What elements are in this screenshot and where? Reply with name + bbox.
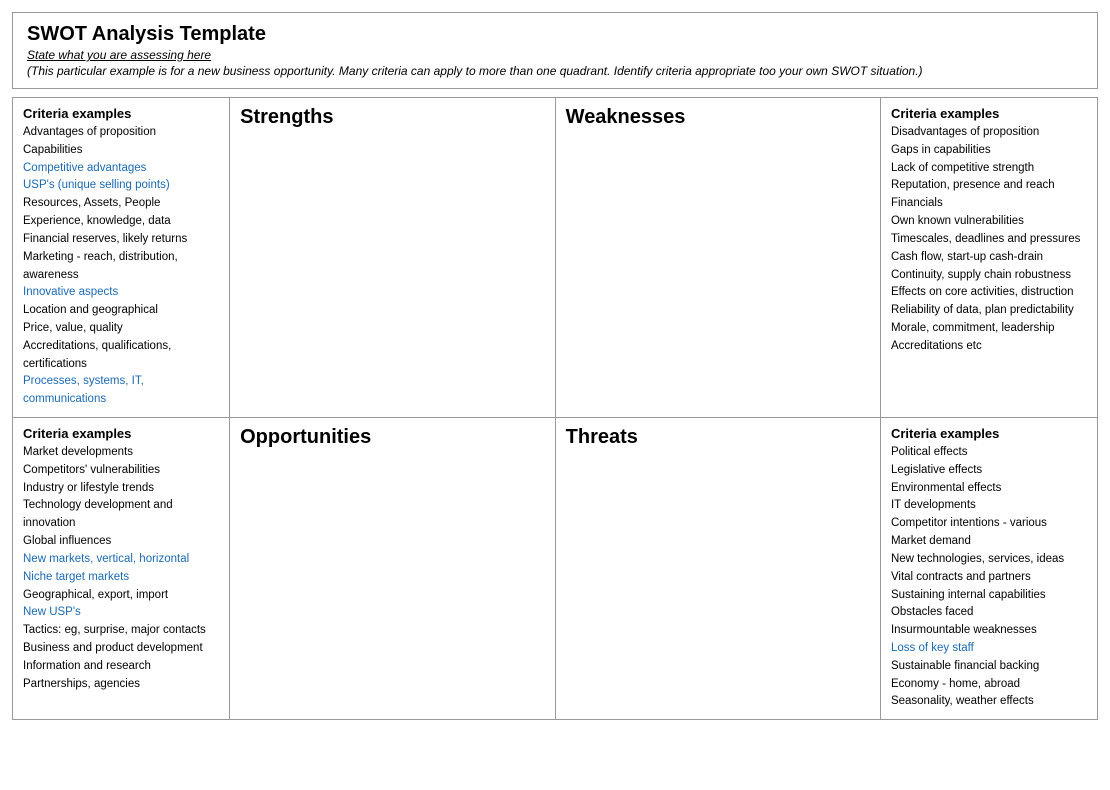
weaknesses-quadrant: Weaknesses: [555, 98, 880, 418]
list-item: Market developments: [23, 444, 219, 462]
list-item: Lack of competitive strength: [891, 160, 1087, 178]
list-item: Business and product development: [23, 640, 219, 658]
list-item: Own known vulnerabilities: [891, 213, 1087, 231]
list-item: Competitive advantages: [23, 160, 219, 178]
list-item: Reliability of data, plan predictability: [891, 302, 1087, 320]
list-item: Financial reserves, likely returns: [23, 231, 219, 249]
list-item: Gaps in capabilities: [891, 142, 1087, 160]
criteria-top-right-list: Disadvantages of propositionGaps in capa…: [891, 124, 1087, 356]
list-item: Accreditations, qualifications, certific…: [23, 338, 219, 374]
list-item: Disadvantages of proposition: [891, 124, 1087, 142]
list-item: Effects on core activities, distruction: [891, 284, 1087, 302]
list-item: Industry or lifestyle trends: [23, 480, 219, 498]
list-item: Market demand: [891, 533, 1087, 551]
list-item: Information and research: [23, 658, 219, 676]
list-item: Competitor intentions - various: [891, 515, 1087, 533]
list-item: Environmental effects: [891, 480, 1087, 498]
list-item: Tactics: eg, surprise, major contacts: [23, 622, 219, 640]
list-item: Financials: [891, 195, 1087, 213]
criteria-top-left: Criteria examples Advantages of proposit…: [13, 98, 230, 418]
list-item: Niche target markets: [23, 569, 219, 587]
strengths-quadrant: Strengths: [230, 98, 556, 418]
list-item: Advantages of proposition: [23, 124, 219, 142]
list-item: Resources, Assets, People: [23, 195, 219, 213]
criteria-bottom-right-list: Political effectsLegislative effectsEnvi…: [891, 444, 1087, 711]
list-item: Geographical, export, import: [23, 587, 219, 605]
list-item: Experience, knowledge, data: [23, 213, 219, 231]
threats-quadrant: Threats: [555, 418, 880, 720]
list-item: Vital contracts and partners: [891, 569, 1087, 587]
list-item: Legislative effects: [891, 462, 1087, 480]
criteria-top-right: Criteria examples Disadvantages of propo…: [880, 98, 1097, 418]
list-item: Sustainable financial backing: [891, 658, 1087, 676]
list-item: Technology development and innovation: [23, 497, 219, 533]
list-item: Processes, systems, IT, communications: [23, 373, 219, 409]
swot-table: Criteria examples Advantages of proposit…: [12, 97, 1098, 720]
list-item: Economy - home, abroad: [891, 676, 1087, 694]
list-item: Insurmountable weaknesses: [891, 622, 1087, 640]
list-item: Obstacles faced: [891, 604, 1087, 622]
list-item: Capabilities: [23, 142, 219, 160]
list-item: Seasonality, weather effects: [891, 693, 1087, 711]
threats-header: Threats: [566, 426, 870, 449]
list-item: Cash flow, start-up cash-drain: [891, 249, 1087, 267]
header-subtitle: State what you are assessing here: [27, 48, 1083, 62]
page-title: SWOT Analysis Template: [27, 23, 1083, 46]
list-item: Location and geographical: [23, 302, 219, 320]
list-item: USP's (unique selling points): [23, 177, 219, 195]
header-box: SWOT Analysis Template State what you ar…: [12, 12, 1098, 89]
criteria-bottom-left: Criteria examples Market developmentsCom…: [13, 418, 230, 720]
list-item: Loss of key staff: [891, 640, 1087, 658]
list-item: Morale, commitment, leadership: [891, 320, 1087, 338]
opportunities-header: Opportunities: [240, 426, 545, 449]
list-item: IT developments: [891, 497, 1087, 515]
criteria-top-left-title: Criteria examples: [23, 106, 219, 121]
list-item: New USP's: [23, 604, 219, 622]
strengths-header: Strengths: [240, 106, 545, 129]
list-item: Reputation, presence and reach: [891, 177, 1087, 195]
criteria-top-left-list: Advantages of propositionCapabilitiesCom…: [23, 124, 219, 409]
list-item: Continuity, supply chain robustness: [891, 267, 1087, 285]
header-description: (This particular example is for a new bu…: [27, 64, 1083, 78]
list-item: Timescales, deadlines and pressures: [891, 231, 1087, 249]
list-item: Global influences: [23, 533, 219, 551]
criteria-bottom-right-title: Criteria examples: [891, 426, 1087, 441]
list-item: New technologies, services, ideas: [891, 551, 1087, 569]
list-item: Accreditations etc: [891, 338, 1087, 356]
criteria-bottom-right: Criteria examples Political effectsLegis…: [880, 418, 1097, 720]
list-item: Sustaining internal capabilities: [891, 587, 1087, 605]
criteria-top-right-title: Criteria examples: [891, 106, 1087, 121]
page: SWOT Analysis Template State what you ar…: [0, 0, 1110, 732]
weaknesses-header: Weaknesses: [566, 106, 870, 129]
list-item: New markets, vertical, horizontal: [23, 551, 219, 569]
list-item: Competitors' vulnerabilities: [23, 462, 219, 480]
list-item: Partnerships, agencies: [23, 676, 219, 694]
list-item: Innovative aspects: [23, 284, 219, 302]
list-item: Political effects: [891, 444, 1087, 462]
opportunities-quadrant: Opportunities: [230, 418, 556, 720]
criteria-bottom-left-title: Criteria examples: [23, 426, 219, 441]
criteria-bottom-left-list: Market developmentsCompetitors' vulnerab…: [23, 444, 219, 693]
list-item: Marketing - reach, distribution, awarene…: [23, 249, 219, 285]
list-item: Price, value, quality: [23, 320, 219, 338]
